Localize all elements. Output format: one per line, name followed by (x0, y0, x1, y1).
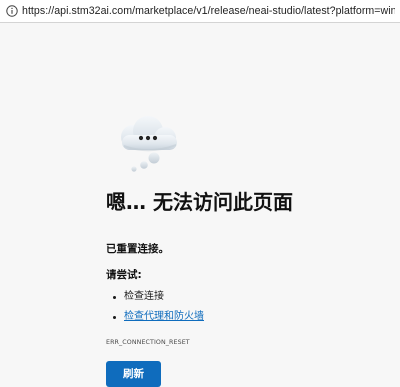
refresh-button[interactable]: 刷新 (106, 361, 161, 387)
page-title: 嗯… 无法访问此页面 (106, 190, 293, 214)
info-circle-icon[interactable] (6, 5, 18, 17)
url-text[interactable]: https://api.stm32ai.com/marketplace/v1/r… (22, 5, 395, 17)
error-subtitle: 已重置连接。 (106, 243, 169, 255)
suggestion-check-connection: 检查连接 (106, 287, 204, 307)
suggestion-list: 检查连接 检查代理和防火墙 (106, 287, 204, 327)
bullet-dot-icon (113, 316, 116, 319)
suggestion-check-proxy-firewall[interactable]: 检查代理和防火墙 (106, 307, 204, 327)
suggestion-label: 检查连接 (124, 291, 164, 302)
error-code: ERR_CONNECTION_RESET (106, 339, 190, 346)
try-heading: 请尝试: (106, 269, 142, 281)
bullet-dot-icon (113, 296, 116, 299)
thinking-cloud-icon (121, 116, 177, 172)
check-proxy-firewall-link[interactable]: 检查代理和防火墙 (124, 311, 204, 322)
error-page: 嗯… 无法访问此页面 已重置连接。 请尝试: 检查连接 检查代理和防火墙 ERR… (0, 23, 400, 387)
address-bar[interactable]: https://api.stm32ai.com/marketplace/v1/r… (0, 0, 400, 23)
